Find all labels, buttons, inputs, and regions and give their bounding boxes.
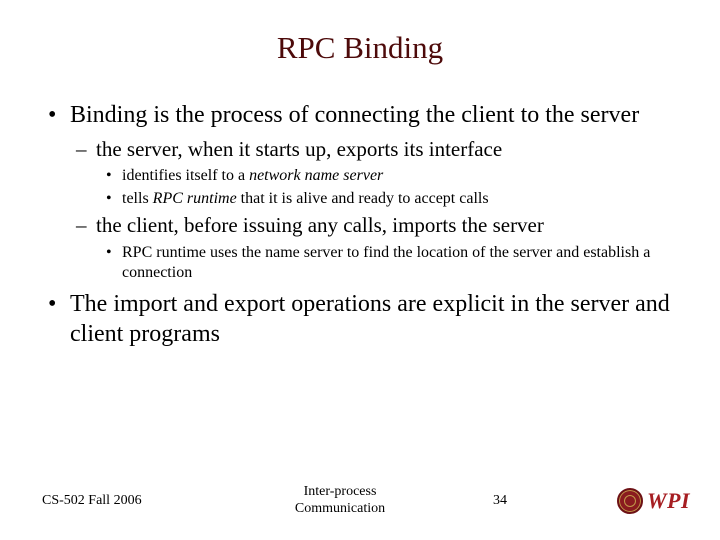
text-fragment: that it is alive and ready to accept cal… <box>237 190 489 207</box>
bullet-lvl3: • tells RPC runtime that it is alive and… <box>106 189 678 209</box>
bullet-dot-icon: • <box>48 100 70 130</box>
wpi-wordmark: WPI <box>647 488 690 514</box>
bullet-dot-icon: • <box>106 189 122 209</box>
bullet-list: • The import and export operations are e… <box>48 289 678 349</box>
text-emphasis: RPC runtime <box>153 190 237 207</box>
bullet-dot-icon: • <box>48 289 70 349</box>
bullet-text: the client, before issuing any calls, im… <box>96 212 678 238</box>
footer-logo: WPI <box>550 488 720 514</box>
footer-topic-line: Communication <box>230 501 450 518</box>
bullet-dot-icon: • <box>106 243 122 283</box>
slide-footer: CS-502 Fall 2006 Inter-process Communica… <box>0 484 720 518</box>
bullet-lvl3: • identifies itself to a network name se… <box>106 166 678 186</box>
dash-icon: – <box>76 136 96 162</box>
footer-topic-line: Inter-process <box>230 484 450 501</box>
bullet-list: • Binding is the process of connecting t… <box>48 100 678 130</box>
text-emphasis: network name server <box>249 167 383 184</box>
footer-page-number: 34 <box>450 493 550 509</box>
footer-course: CS-502 Fall 2006 <box>0 493 230 509</box>
wpi-seal-icon <box>617 488 643 514</box>
bullet-text: RPC runtime uses the name server to find… <box>122 243 678 283</box>
slide: RPC Binding • Binding is the process of … <box>0 0 720 540</box>
bullet-subsublist: • identifies itself to a network name se… <box>106 166 678 209</box>
bullet-lvl2: – the client, before issuing any calls, … <box>76 212 678 238</box>
footer-topic: Inter-process Communication <box>230 484 450 518</box>
bullet-lvl1: • The import and export operations are e… <box>48 289 678 349</box>
bullet-text: tells RPC runtime that it is alive and r… <box>122 189 678 209</box>
bullet-text: the server, when it starts up, exports i… <box>96 136 678 162</box>
bullet-subsublist: • RPC runtime uses the name server to fi… <box>106 243 678 283</box>
bullet-text: The import and export operations are exp… <box>70 289 678 349</box>
bullet-text: identifies itself to a network name serv… <box>122 166 678 186</box>
slide-title: RPC Binding <box>42 30 678 66</box>
bullet-sublist: – the server, when it starts up, exports… <box>76 136 678 162</box>
bullet-text: Binding is the process of connecting the… <box>70 100 678 130</box>
bullet-lvl1: • Binding is the process of connecting t… <box>48 100 678 130</box>
bullet-lvl3: • RPC runtime uses the name server to fi… <box>106 243 678 283</box>
text-fragment: identifies itself to a <box>122 167 249 184</box>
bullet-lvl2: – the server, when it starts up, exports… <box>76 136 678 162</box>
text-fragment: tells <box>122 190 153 207</box>
bullet-sublist: – the client, before issuing any calls, … <box>76 212 678 238</box>
bullet-dot-icon: • <box>106 166 122 186</box>
dash-icon: – <box>76 212 96 238</box>
